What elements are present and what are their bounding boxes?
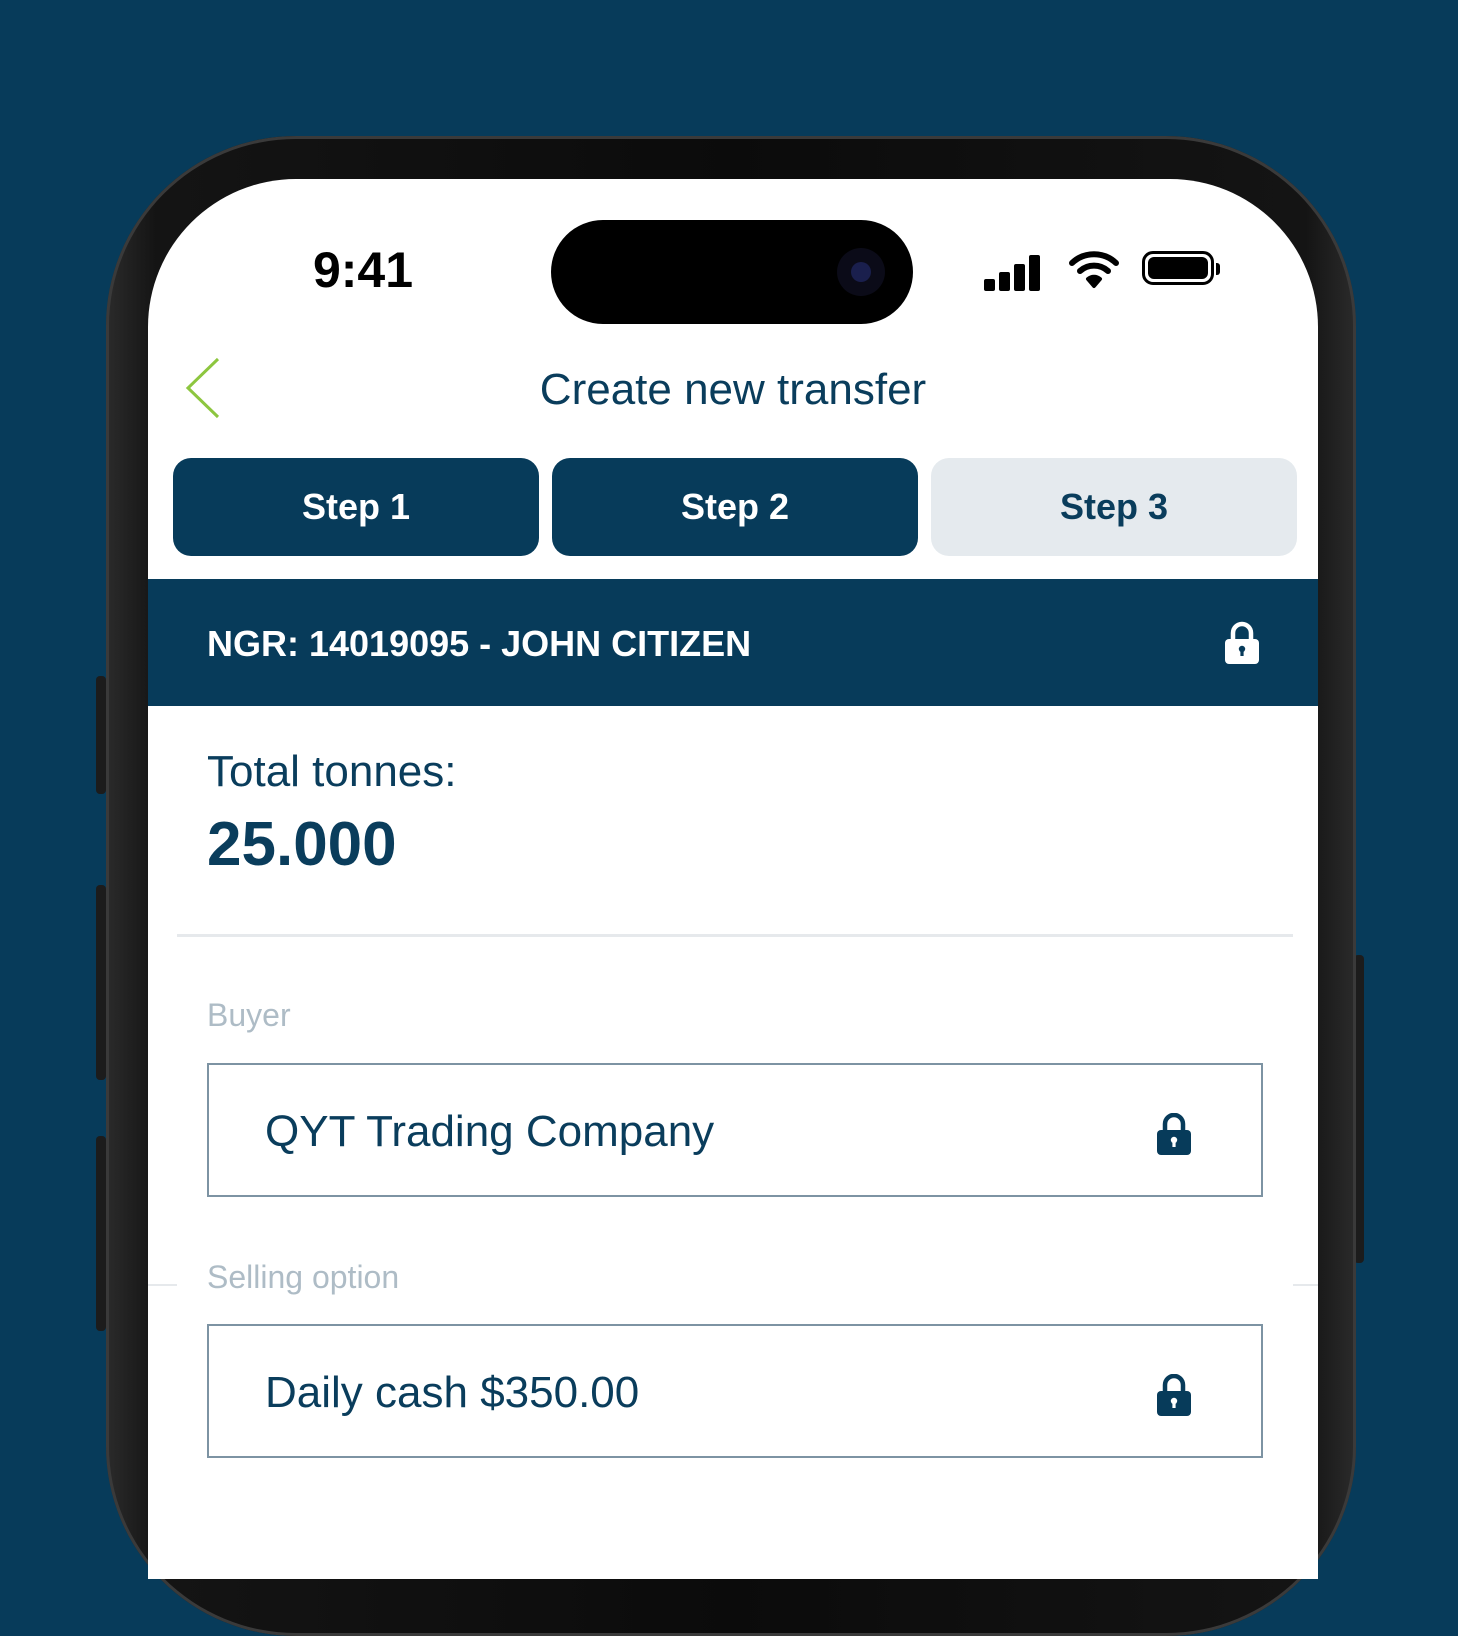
phone-volume-down-button bbox=[96, 1136, 106, 1331]
lock-icon bbox=[1157, 1374, 1191, 1416]
status-time: 9:41 bbox=[312, 242, 414, 298]
step-tab-1[interactable]: Step 1 bbox=[173, 458, 539, 556]
lock-icon bbox=[1225, 621, 1259, 664]
phone-volume-up-button bbox=[96, 885, 106, 1080]
selling-option-value: Daily cash $350.00 bbox=[265, 1368, 640, 1417]
step-tab-label: Step 1 bbox=[301, 486, 411, 527]
phone-action-button bbox=[96, 676, 106, 794]
buyer-value: QYT Trading Company bbox=[265, 1107, 715, 1156]
step-tab-2[interactable]: Step 2 bbox=[552, 458, 918, 556]
app-screen: 9:41 Create new transfer Step 1 Step 2 S… bbox=[148, 179, 1318, 1579]
buyer-label: Buyer bbox=[207, 997, 291, 1033]
total-tonnes-value: 25.000 bbox=[207, 810, 397, 879]
page-title: Create new transfer bbox=[539, 365, 927, 414]
total-tonnes-label: Total tonnes: bbox=[207, 747, 457, 796]
step-tabs: Step 1 Step 2 Step 3 bbox=[173, 458, 1297, 556]
ngr-banner: NGR: 14019095 - JOHN CITIZEN bbox=[148, 579, 1318, 706]
ngr-account-text: NGR: 14019095 - JOHN CITIZEN bbox=[207, 623, 752, 664]
buyer-field: QYT Trading Company bbox=[207, 1063, 1263, 1197]
step-tab-label: Step 3 bbox=[1059, 486, 1169, 527]
status-icons bbox=[974, 249, 1220, 293]
step-tab-3[interactable]: Step 3 bbox=[931, 458, 1297, 556]
divider-left-fragment bbox=[148, 1284, 177, 1286]
selling-option-label: Selling option bbox=[207, 1259, 400, 1295]
selling-option-field: Daily cash $350.00 bbox=[207, 1324, 1263, 1458]
section-divider bbox=[177, 934, 1293, 937]
cellular-signal-icon bbox=[984, 255, 1042, 291]
divider-right-fragment bbox=[1293, 1284, 1318, 1286]
step-tab-label: Step 2 bbox=[680, 486, 790, 527]
dynamic-island bbox=[551, 220, 913, 324]
front-camera bbox=[837, 248, 885, 296]
lock-icon bbox=[1157, 1113, 1191, 1155]
wifi-icon bbox=[1069, 251, 1119, 288]
battery-icon bbox=[1142, 251, 1220, 285]
